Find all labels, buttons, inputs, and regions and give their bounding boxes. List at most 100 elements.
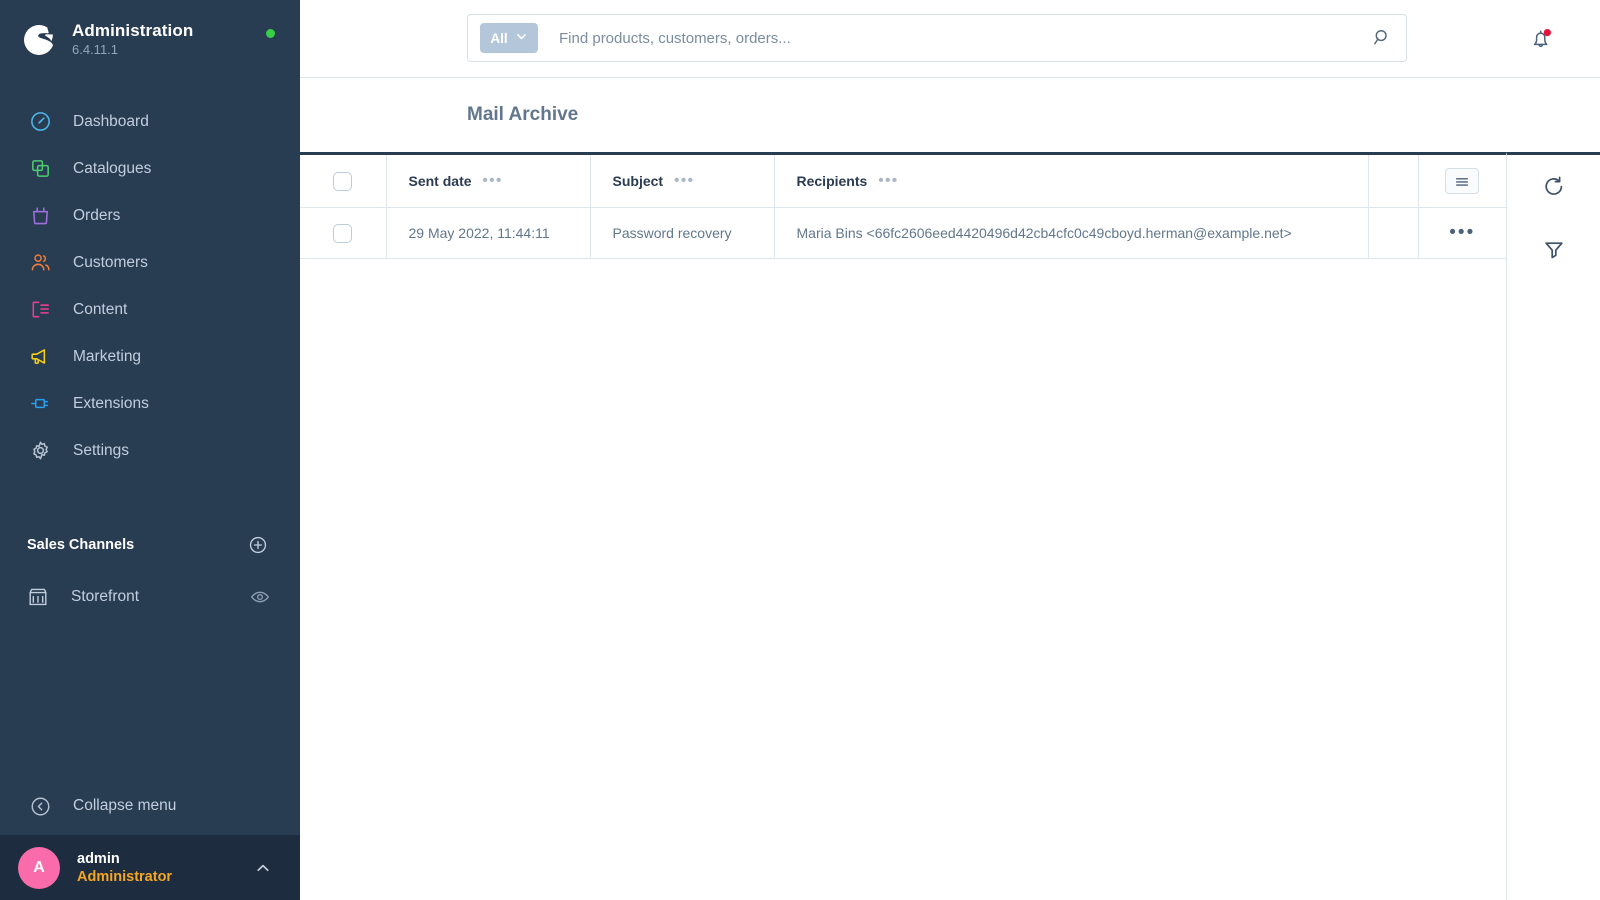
- list-settings-icon[interactable]: [1445, 168, 1480, 194]
- sidebar-item-customers[interactable]: Customers: [0, 239, 300, 286]
- sidebar-item-label: Marketing: [73, 347, 142, 365]
- extensions-icon: [27, 391, 53, 417]
- column-header-spacer: [1368, 152, 1419, 208]
- column-header-subject: Subject •••: [590, 152, 775, 208]
- user-info: admin Administrator: [77, 850, 254, 886]
- catalogues-icon: [27, 156, 53, 182]
- sidebar-item-settings[interactable]: Settings: [0, 427, 300, 474]
- cell-spacer: [1368, 207, 1419, 259]
- right-toolbar: [1506, 152, 1600, 900]
- filter-button[interactable]: [1537, 233, 1571, 267]
- column-header-inner: Recipients •••: [775, 173, 1368, 189]
- refresh-button[interactable]: [1537, 169, 1571, 203]
- search-scope-label: All: [490, 30, 508, 46]
- shopware-logo-icon: [22, 21, 58, 57]
- cell-subject: Password recovery: [590, 207, 775, 259]
- cell-sent-date: 29 May 2022, 11:44:11: [386, 207, 591, 259]
- sidebar-item-label: Orders: [73, 206, 121, 224]
- select-all-checkbox[interactable]: [333, 171, 353, 191]
- sidebar-item-extensions[interactable]: Extensions: [0, 380, 300, 427]
- avatar: A: [18, 846, 60, 889]
- select-all-box: [300, 171, 386, 191]
- sidebar-item-dashboard[interactable]: Dashboard: [0, 98, 300, 145]
- data-grid-wrapper: Sent date ••• Subject ••• Recipients •••…: [300, 152, 1506, 900]
- mail-archive-table: Sent date ••• Subject ••• Recipients •••…: [300, 152, 1506, 259]
- cell-text: Maria Bins <66fc2606eed4420496d42cb4cfc0…: [796, 225, 1292, 241]
- column-label: Sent date: [408, 173, 472, 189]
- table-row[interactable]: 29 May 2022, 11:44:11 Password recovery …: [300, 207, 1507, 259]
- app-version: 6.4.11.1: [72, 41, 119, 57]
- column-header-inner: Subject •••: [591, 173, 774, 189]
- row-checkbox[interactable]: [333, 223, 353, 243]
- dashboard-icon: [27, 109, 53, 135]
- column-header-inner: Sent date •••: [387, 173, 590, 189]
- sidebar-item-label: Settings: [73, 441, 130, 459]
- content-area: Sent date ••• Subject ••• Recipients •••…: [300, 152, 1600, 900]
- sidebar-item-label: Dashboard: [73, 112, 149, 130]
- content-icon: [27, 297, 53, 323]
- topbar: All: [300, 0, 1600, 78]
- storefront-icon: [27, 586, 49, 608]
- cell-text: 29 May 2022, 11:44:11: [408, 225, 550, 241]
- more-dots-icon[interactable]: •••: [1419, 223, 1507, 242]
- eye-icon[interactable]: [250, 587, 270, 607]
- sidebar: Administration 6.4.11.1 Dashboard Catalo…: [0, 0, 300, 900]
- main-area: All Find products, customers, orders... …: [300, 0, 1600, 900]
- page-header: Mail Archive: [300, 78, 1600, 152]
- app-root: Administration 6.4.11.1 Dashboard Catalo…: [0, 0, 1600, 900]
- row-select-box: [300, 223, 386, 243]
- column-header-recipients: Recipients •••: [774, 152, 1369, 208]
- select-all-cell: [300, 152, 387, 208]
- cell-recipients: Maria Bins <66fc2606eed4420496d42cb4cfc0…: [774, 207, 1369, 259]
- main-navigation: Dashboard Catalogues Orders Customers Co…: [0, 78, 300, 474]
- collapse-menu-label: Collapse menu: [73, 797, 177, 814]
- search-input[interactable]: [538, 29, 1372, 47]
- search-icon[interactable]: [1372, 27, 1394, 49]
- sales-channels-section-header: Sales Channels: [0, 530, 300, 560]
- sidebar-item-marketing[interactable]: Marketing: [0, 333, 300, 380]
- status-indicator-dot: [266, 29, 275, 38]
- user-menu[interactable]: A admin Administrator: [0, 835, 300, 900]
- sidebar-item-storefront[interactable]: Storefront: [0, 574, 300, 620]
- table-head: Sent date ••• Subject ••• Recipients •••: [300, 152, 1506, 208]
- sidebar-item-orders[interactable]: Orders: [0, 192, 300, 239]
- collapse-left-icon: [27, 793, 53, 819]
- sidebar-header-text: Administration 6.4.11.1: [72, 21, 193, 58]
- sidebar-item-label: Storefront: [71, 588, 140, 605]
- plus-circle-icon[interactable]: [248, 535, 268, 555]
- orders-icon: [27, 203, 53, 229]
- sidebar-item-label: Extensions: [73, 394, 149, 412]
- app-title: Administration: [72, 20, 194, 40]
- global-search: All: [467, 14, 1407, 62]
- sidebar-item-catalogues[interactable]: Catalogues: [0, 145, 300, 192]
- customers-icon: [27, 250, 53, 276]
- column-header-sent-date: Sent date •••: [386, 152, 591, 208]
- table-body: 29 May 2022, 11:44:11 Password recovery …: [300, 207, 1507, 259]
- user-role: Administrator: [77, 868, 173, 885]
- settings-icon: [27, 438, 53, 464]
- row-select-cell: [300, 207, 387, 259]
- cell-text: Password recovery: [612, 225, 732, 241]
- notifications-button[interactable]: [1528, 26, 1554, 52]
- sidebar-header: Administration 6.4.11.1: [0, 0, 300, 78]
- column-label: Subject: [612, 173, 664, 189]
- column-label: Recipients: [796, 173, 868, 189]
- chevron-down-icon: [515, 30, 528, 46]
- column-menu-icon[interactable]: •••: [878, 173, 898, 188]
- page-title: Mail Archive: [467, 104, 579, 125]
- sidebar-item-content[interactable]: Content: [0, 286, 300, 333]
- user-name: admin: [77, 850, 120, 867]
- sidebar-item-label: Customers: [73, 253, 148, 271]
- table-header-row: Sent date ••• Subject ••• Recipients •••: [300, 152, 1506, 208]
- column-header-settings: [1418, 152, 1506, 208]
- sidebar-item-label: Content: [73, 300, 128, 318]
- sales-channels-title: Sales Channels: [27, 537, 135, 553]
- cell-actions: •••: [1418, 207, 1507, 259]
- sidebar-item-label: Catalogues: [73, 159, 152, 177]
- chevron-up-icon[interactable]: [254, 859, 272, 877]
- collapse-menu-button[interactable]: Collapse menu: [0, 777, 300, 835]
- column-menu-icon[interactable]: •••: [483, 173, 503, 188]
- search-scope-dropdown[interactable]: All: [480, 23, 538, 53]
- column-menu-icon[interactable]: •••: [674, 173, 694, 188]
